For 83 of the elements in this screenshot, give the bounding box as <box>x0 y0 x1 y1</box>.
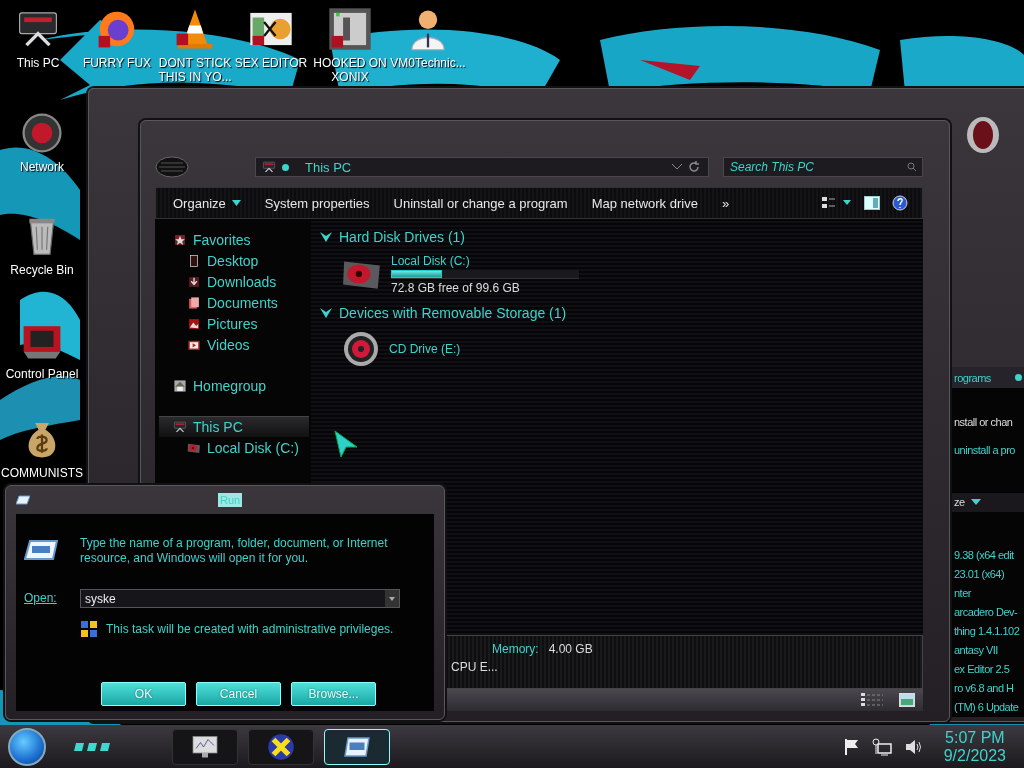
nav-item[interactable]: Videos <box>159 334 309 355</box>
refresh-icon[interactable] <box>688 161 700 173</box>
program-name[interactable]: 23.01 (x64) <box>954 565 1005 584</box>
detail-value: 4.00 GB <box>548 642 593 656</box>
drive-item[interactable]: CD Drive (E:) <box>319 323 461 377</box>
nav-item[interactable]: Homegroup <box>159 375 309 396</box>
program-name[interactable]: ex Editor 2.5 <box>954 660 1010 679</box>
toolbar-label[interactable]: ze <box>954 496 965 509</box>
nav-item[interactable]: Favorites <box>159 229 309 250</box>
chevron-icon[interactable] <box>319 306 333 320</box>
nav-item[interactable]: Documents <box>159 292 309 313</box>
open-field[interactable]: syske <box>80 589 400 608</box>
group-heading: Hard Disk Drives (1) <box>339 229 465 245</box>
dot-icon <box>1014 374 1022 382</box>
cd-drive-icon <box>341 329 381 369</box>
pane-text: nstall or chan <box>954 416 1014 429</box>
globe-icon <box>19 110 65 156</box>
pictures-icon <box>187 317 201 331</box>
program-name[interactable]: antasy VII <box>954 641 998 660</box>
cursor-icon <box>333 429 359 459</box>
run-window-icon <box>16 495 30 505</box>
chevron-icon[interactable] <box>319 230 333 244</box>
free-space-text: 72.8 GB free of 99.6 GB <box>391 280 521 295</box>
download-folder-icon <box>187 275 201 289</box>
nav-item[interactable]: Downloads <box>159 271 309 292</box>
search-icon[interactable] <box>907 162 917 172</box>
flag-icon[interactable] <box>843 737 860 756</box>
hard-drive-icon <box>187 441 201 455</box>
videos-icon <box>187 338 201 352</box>
window-title: Run <box>218 493 243 507</box>
nav-item[interactable]: Pictures <box>159 313 309 334</box>
program-name[interactable]: thing 1.4.1.102 <box>954 622 1020 641</box>
tiles-view-icon[interactable] <box>899 693 915 707</box>
desktop-icon <box>187 254 201 268</box>
documents-icon <box>187 296 201 310</box>
run-window-icon <box>24 540 58 560</box>
pane-title: rograms <box>954 371 991 384</box>
network-icon[interactable] <box>871 737 892 756</box>
program-name[interactable]: arcadero Dev- <box>954 603 1018 622</box>
dot-icon <box>282 163 289 171</box>
computer-icon <box>173 420 187 434</box>
instruction-text: Type the name of a program, folder, document, or Internet resource, and Windows will open it for you. <box>80 536 389 567</box>
nav-item[interactable]: This PC <box>159 416 309 437</box>
toolbar-button[interactable]: System properties <box>255 190 379 216</box>
detail-value: CPU E... <box>451 660 499 674</box>
caret-icon <box>970 499 981 506</box>
desktop-shortcut[interactable]: This PC <box>0 6 76 70</box>
speaker-icon[interactable] <box>903 737 922 756</box>
program-name[interactable]: nter <box>954 584 971 603</box>
pane-link[interactable]: uninstall a pro <box>954 444 1024 457</box>
taskbar-button[interactable] <box>172 728 238 765</box>
nav-item[interactable]: Desktop <box>159 250 309 271</box>
taskbar-button[interactable] <box>248 728 314 765</box>
maze-game-icon <box>327 6 373 52</box>
program-name[interactable]: ro v6.8 and H <box>954 679 1014 698</box>
clock[interactable]: 5:07 PM 9/2/2023 <box>943 728 1006 765</box>
toolbar-button[interactable]: Organize <box>164 190 250 216</box>
desktop-shortcut[interactable]: Recycle Bin <box>0 213 84 277</box>
view-options-icon[interactable] <box>822 196 852 210</box>
toolbar-button[interactable]: Map network drive <box>582 190 707 216</box>
toolbar-button[interactable]: » <box>712 190 739 216</box>
search-field[interactable]: Search This PC <box>723 157 923 177</box>
desktop-shortcut[interactable]: COMMUNISTS <box>0 416 84 480</box>
toolbar-button[interactable]: Uninstall or change a program <box>384 190 577 216</box>
details-view-icon[interactable] <box>861 693 885 707</box>
start-button[interactable] <box>8 727 46 766</box>
computer-icon <box>262 160 276 174</box>
homegroup-icon <box>173 379 187 393</box>
help-icon[interactable] <box>892 195 908 211</box>
admin-note: This task will be created with administrative privileges. <box>106 622 394 636</box>
detail-label: Memory: <box>492 642 539 656</box>
drive-item[interactable]: Local Disk (C:) 72.8 GB free of 99.6 GB <box>319 247 579 303</box>
shield-icon <box>80 620 98 638</box>
nav-item[interactable]: Local Disk (C:) <box>159 437 309 458</box>
favorites-icon <box>173 233 187 247</box>
x-app-icon <box>266 731 296 762</box>
group-heading: Devices with Removable Storage (1) <box>339 305 567 321</box>
back-button[interactable] <box>155 156 189 178</box>
program-name[interactable]: (TM) 6 Update <box>954 698 1019 717</box>
chevron-icon <box>672 164 682 170</box>
open-label: Open: <box>24 590 58 607</box>
address-bar[interactable]: This PC <box>255 157 709 177</box>
program-name[interactable]: 9.38 (x64 edit <box>954 546 1014 565</box>
